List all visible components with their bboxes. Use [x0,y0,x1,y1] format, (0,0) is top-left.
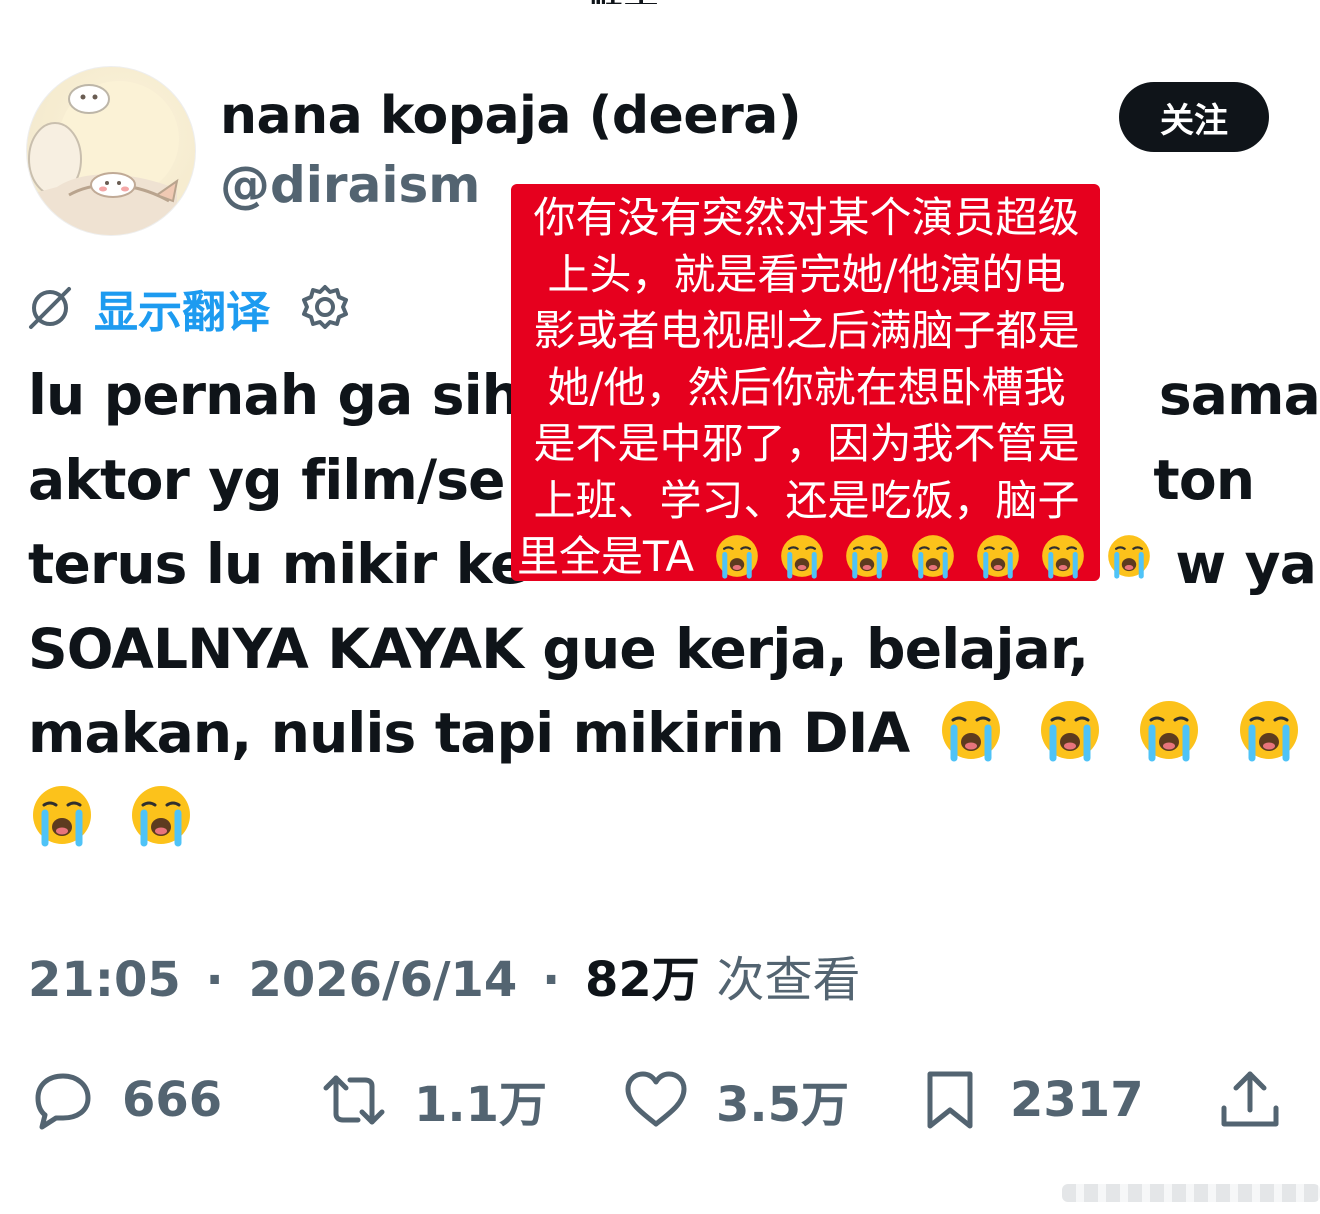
views-label: 次查看 [716,952,861,1008]
reply-count: 666 [122,1072,223,1128]
views-count[interactable]: 82万 [585,952,700,1008]
meta-separator: · [542,952,561,1008]
tweet-fragment: makan, nulis tapi mikirin DIA [28,701,910,765]
bookmark-count: 2317 [1010,1072,1144,1128]
translation-overlay: 你有没有突然对某个演员超级 上头，就是看完她/他演的电 影或者电视剧之后满脑子都… [511,184,1150,581]
loudly-crying-face-emoji [30,783,94,847]
gear-icon[interactable] [300,283,350,333]
tweet-line-4: SOALNYA KAYAK gue kerja, belajar, [28,607,1298,692]
overlay-line: 上班、学习、还是吃饭，脑子 [533,475,1080,525]
share-button[interactable] [1216,1060,1284,1140]
heart-icon [622,1066,690,1134]
tweet-fragment: sama [1158,363,1320,427]
share-upload-icon [1216,1066,1284,1134]
repost-button[interactable]: 1.1万 [320,1060,547,1140]
tweet-line-6 [28,776,1298,861]
overlay-line-last: 里全是TA [517,529,1150,586]
header-title-remnant: 帖子 [590,0,710,4]
loudly-crying-face-emoji [910,533,956,579]
watermark-strip [1062,1184,1320,1202]
tweet-date[interactable]: 2026/6/14 [248,952,517,1008]
repost-count: 1.1万 [414,1077,548,1133]
like-count: 3.5万 [716,1077,850,1133]
tweet-fragment: lu pernah ga sih [28,363,521,427]
follow-button[interactable]: 关注 [1119,82,1269,152]
tweet-fragment: SOALNYA KAYAK gue kerja, belajar, [28,616,1089,681]
overlay-line: 上头，就是看完她/他演的电 [547,249,1066,299]
overlay-line: 你有没有突然对某个演员超级 [533,193,1080,242]
loudly-crying-face-emoji [975,533,1021,579]
meta-separator: · [205,952,224,1008]
avatar-illustration [27,81,179,235]
tweet-fragment: w ya [1175,532,1317,596]
loudly-crying-face-emoji [779,533,825,579]
loudly-crying-face-emoji [1137,698,1201,762]
loudly-crying-face-emoji [714,533,760,579]
bookmark-button[interactable]: 2317 [916,1060,1144,1140]
loudly-crying-face-emoji [1038,698,1102,762]
overlay-line: 是不是中邪了，因为我不管是 [533,419,1080,468]
translate-row: 显示翻译 [26,276,350,340]
overlay-line: 她/他，然后你就在想卧槽我 [547,362,1066,412]
author-display-name[interactable]: nana kopaja (deera) [220,86,802,146]
tweet-meta: 21:05 · 2026/6/14 · 82万 次查看 [28,940,861,1010]
bookmark-icon [916,1066,984,1134]
loudly-crying-face-emoji [844,533,890,579]
overlay-line: 里全是TA [517,532,695,581]
action-bar: 666 1.1万 3.5万 2317 [28,1060,1288,1140]
loudly-crying-face-emoji [1040,533,1086,579]
tweet-fragment: ton [1153,447,1255,512]
loudly-crying-face-emoji [129,783,193,847]
reply-button[interactable]: 666 [28,1060,222,1140]
author-handle[interactable]: @diraism [220,156,480,214]
loudly-crying-face-emoji [939,698,1003,762]
repost-arrows-icon [320,1066,388,1134]
loudly-crying-face-emoji [1106,533,1152,579]
like-button[interactable]: 3.5万 [622,1060,849,1140]
tweet-line-5: makan, nulis tapi mikirin DIA [28,691,1298,776]
tweet-time[interactable]: 21:05 [28,952,181,1008]
speech-bubble-icon [28,1066,96,1134]
overlay-line: 影或者电视剧之后满脑子都是 [533,306,1080,355]
avatar[interactable] [26,66,196,236]
show-translation-link[interactable]: 显示翻译 [94,276,270,340]
translate-slash-icon [26,284,74,332]
loudly-crying-face-emoji [1237,698,1301,762]
tweet-fragment: terus lu mikir ke [28,532,527,596]
tweet-fragment: aktor yg film/se [28,447,505,512]
